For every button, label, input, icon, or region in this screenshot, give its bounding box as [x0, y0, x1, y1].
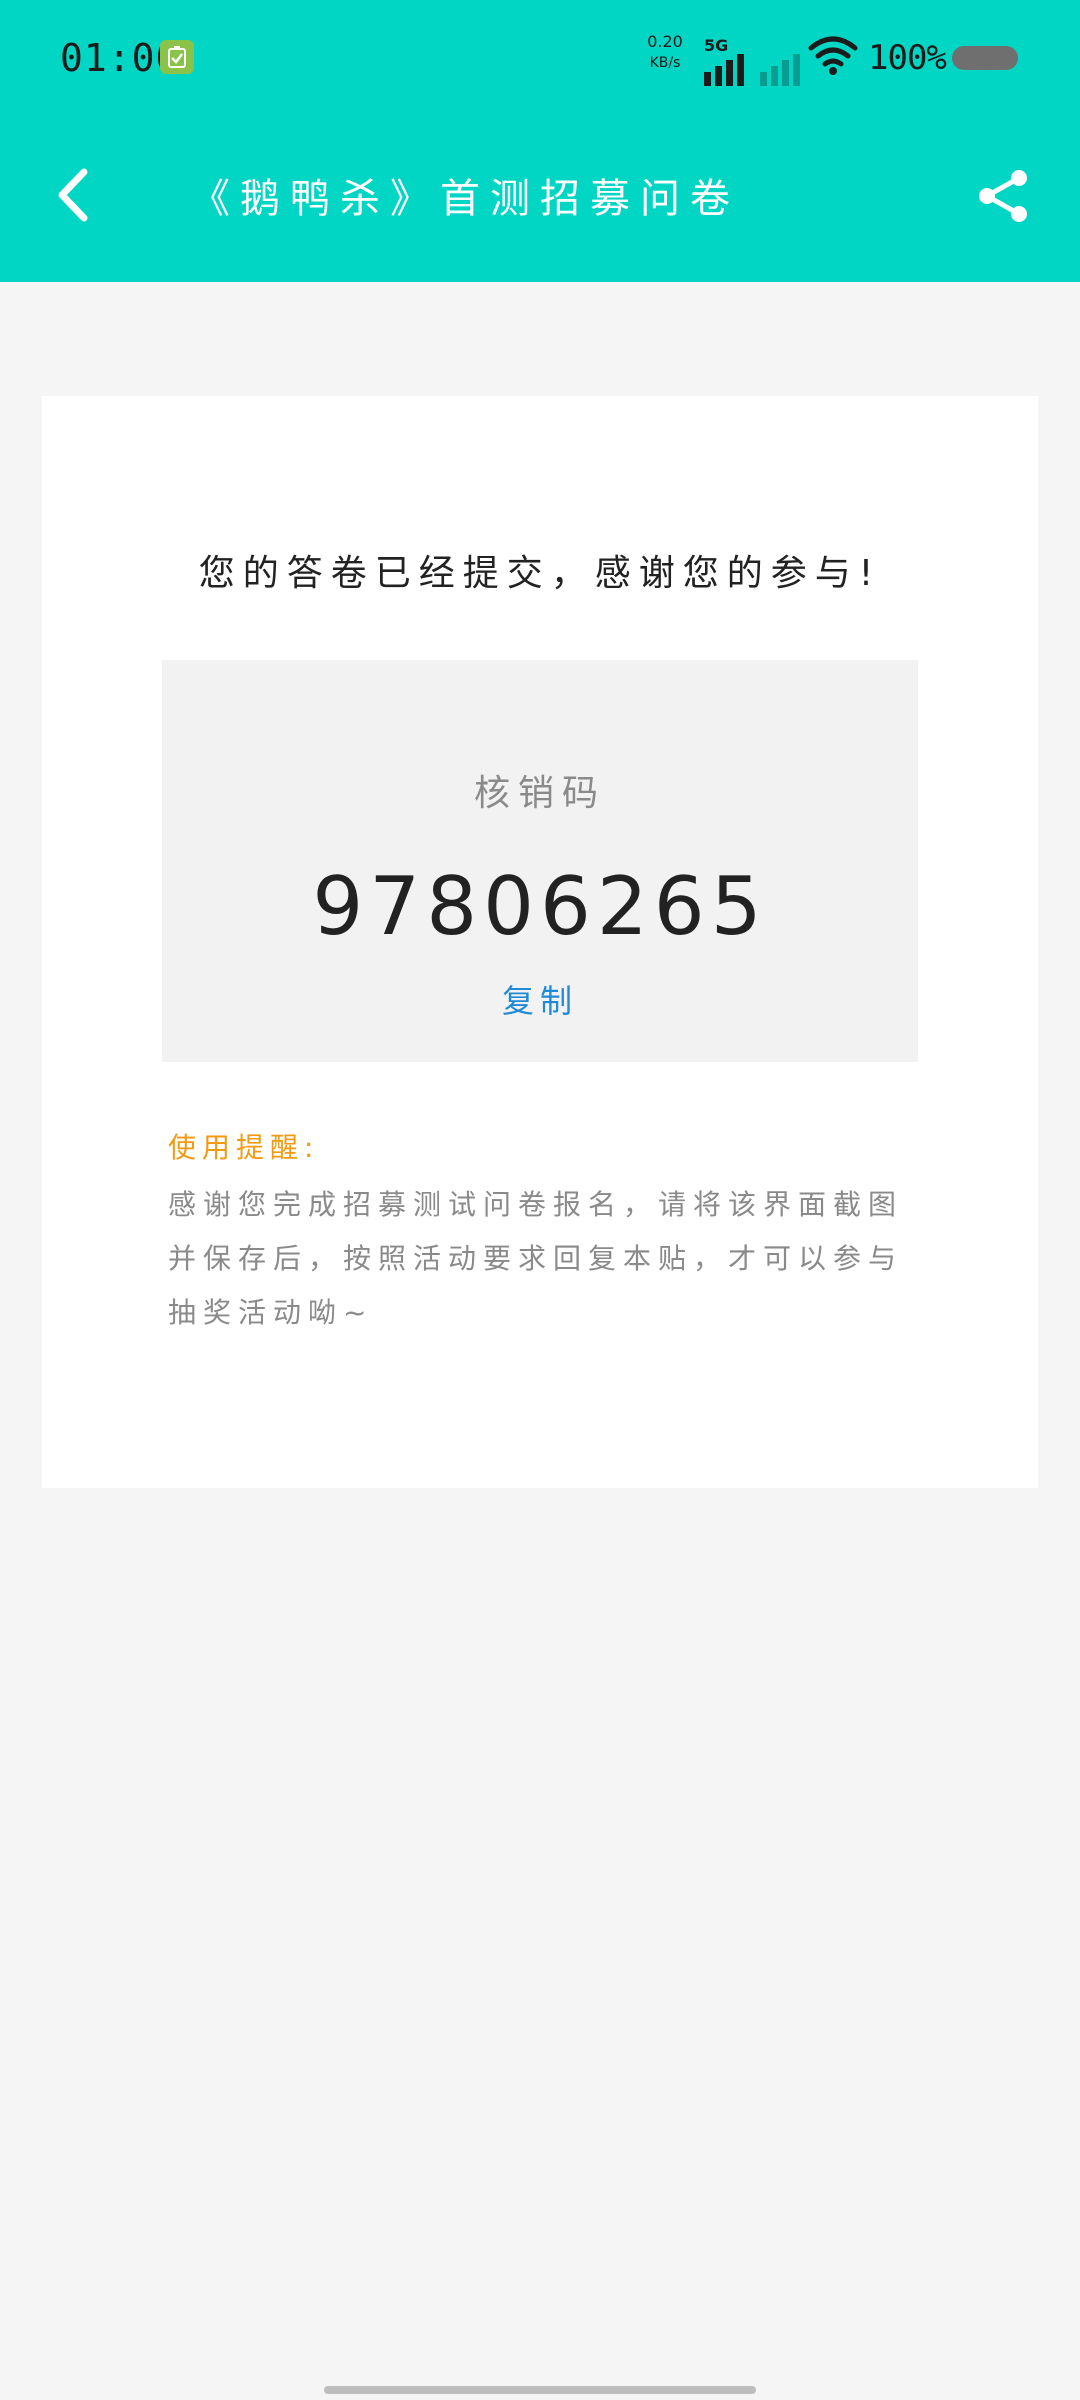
- chevron-left-icon: [58, 168, 88, 222]
- copy-button[interactable]: 复制: [162, 976, 918, 1022]
- page-title: 《鹅鸭杀》首测招募问卷: [190, 176, 740, 222]
- app-header: 01:00 0.20 KB/s 5G 100% 《鹅鸭杀》首测招募问卷: [0, 0, 1080, 282]
- wifi-icon: [808, 36, 858, 80]
- battery-saver-icon: [160, 40, 194, 74]
- tip-title: 使用提醒:: [168, 1131, 320, 1164]
- redeem-code-box: 核销码 97806265 复制: [162, 660, 918, 1062]
- home-indicator[interactable]: [324, 2386, 756, 2394]
- network-speed-value: 0.20: [647, 32, 683, 51]
- network-type: 5G: [704, 36, 729, 55]
- redeem-code-value: 97806265: [312, 860, 768, 953]
- battery-icon: [952, 46, 1018, 70]
- back-button[interactable]: [50, 160, 100, 230]
- battery-percent: 100%: [868, 38, 947, 78]
- thanks-message: 您的答卷已经提交，感谢您的参与!: [198, 553, 882, 594]
- share-button[interactable]: [975, 168, 1031, 224]
- tip-body: 感谢您完成招募测试问卷报名，请将该界面截图并保存后，按照活动要求回复本贴，才可以…: [168, 1188, 904, 1329]
- share-icon: [979, 170, 1027, 222]
- network-speed: 0.20 KB/s: [645, 32, 685, 71]
- network-speed-unit: KB/s: [649, 55, 681, 71]
- redeem-code-label: 核销码: [473, 773, 606, 814]
- submission-card: 您的答卷已经提交，感谢您的参与! 核销码 97806265 复制 使用提醒: 感…: [42, 396, 1038, 1488]
